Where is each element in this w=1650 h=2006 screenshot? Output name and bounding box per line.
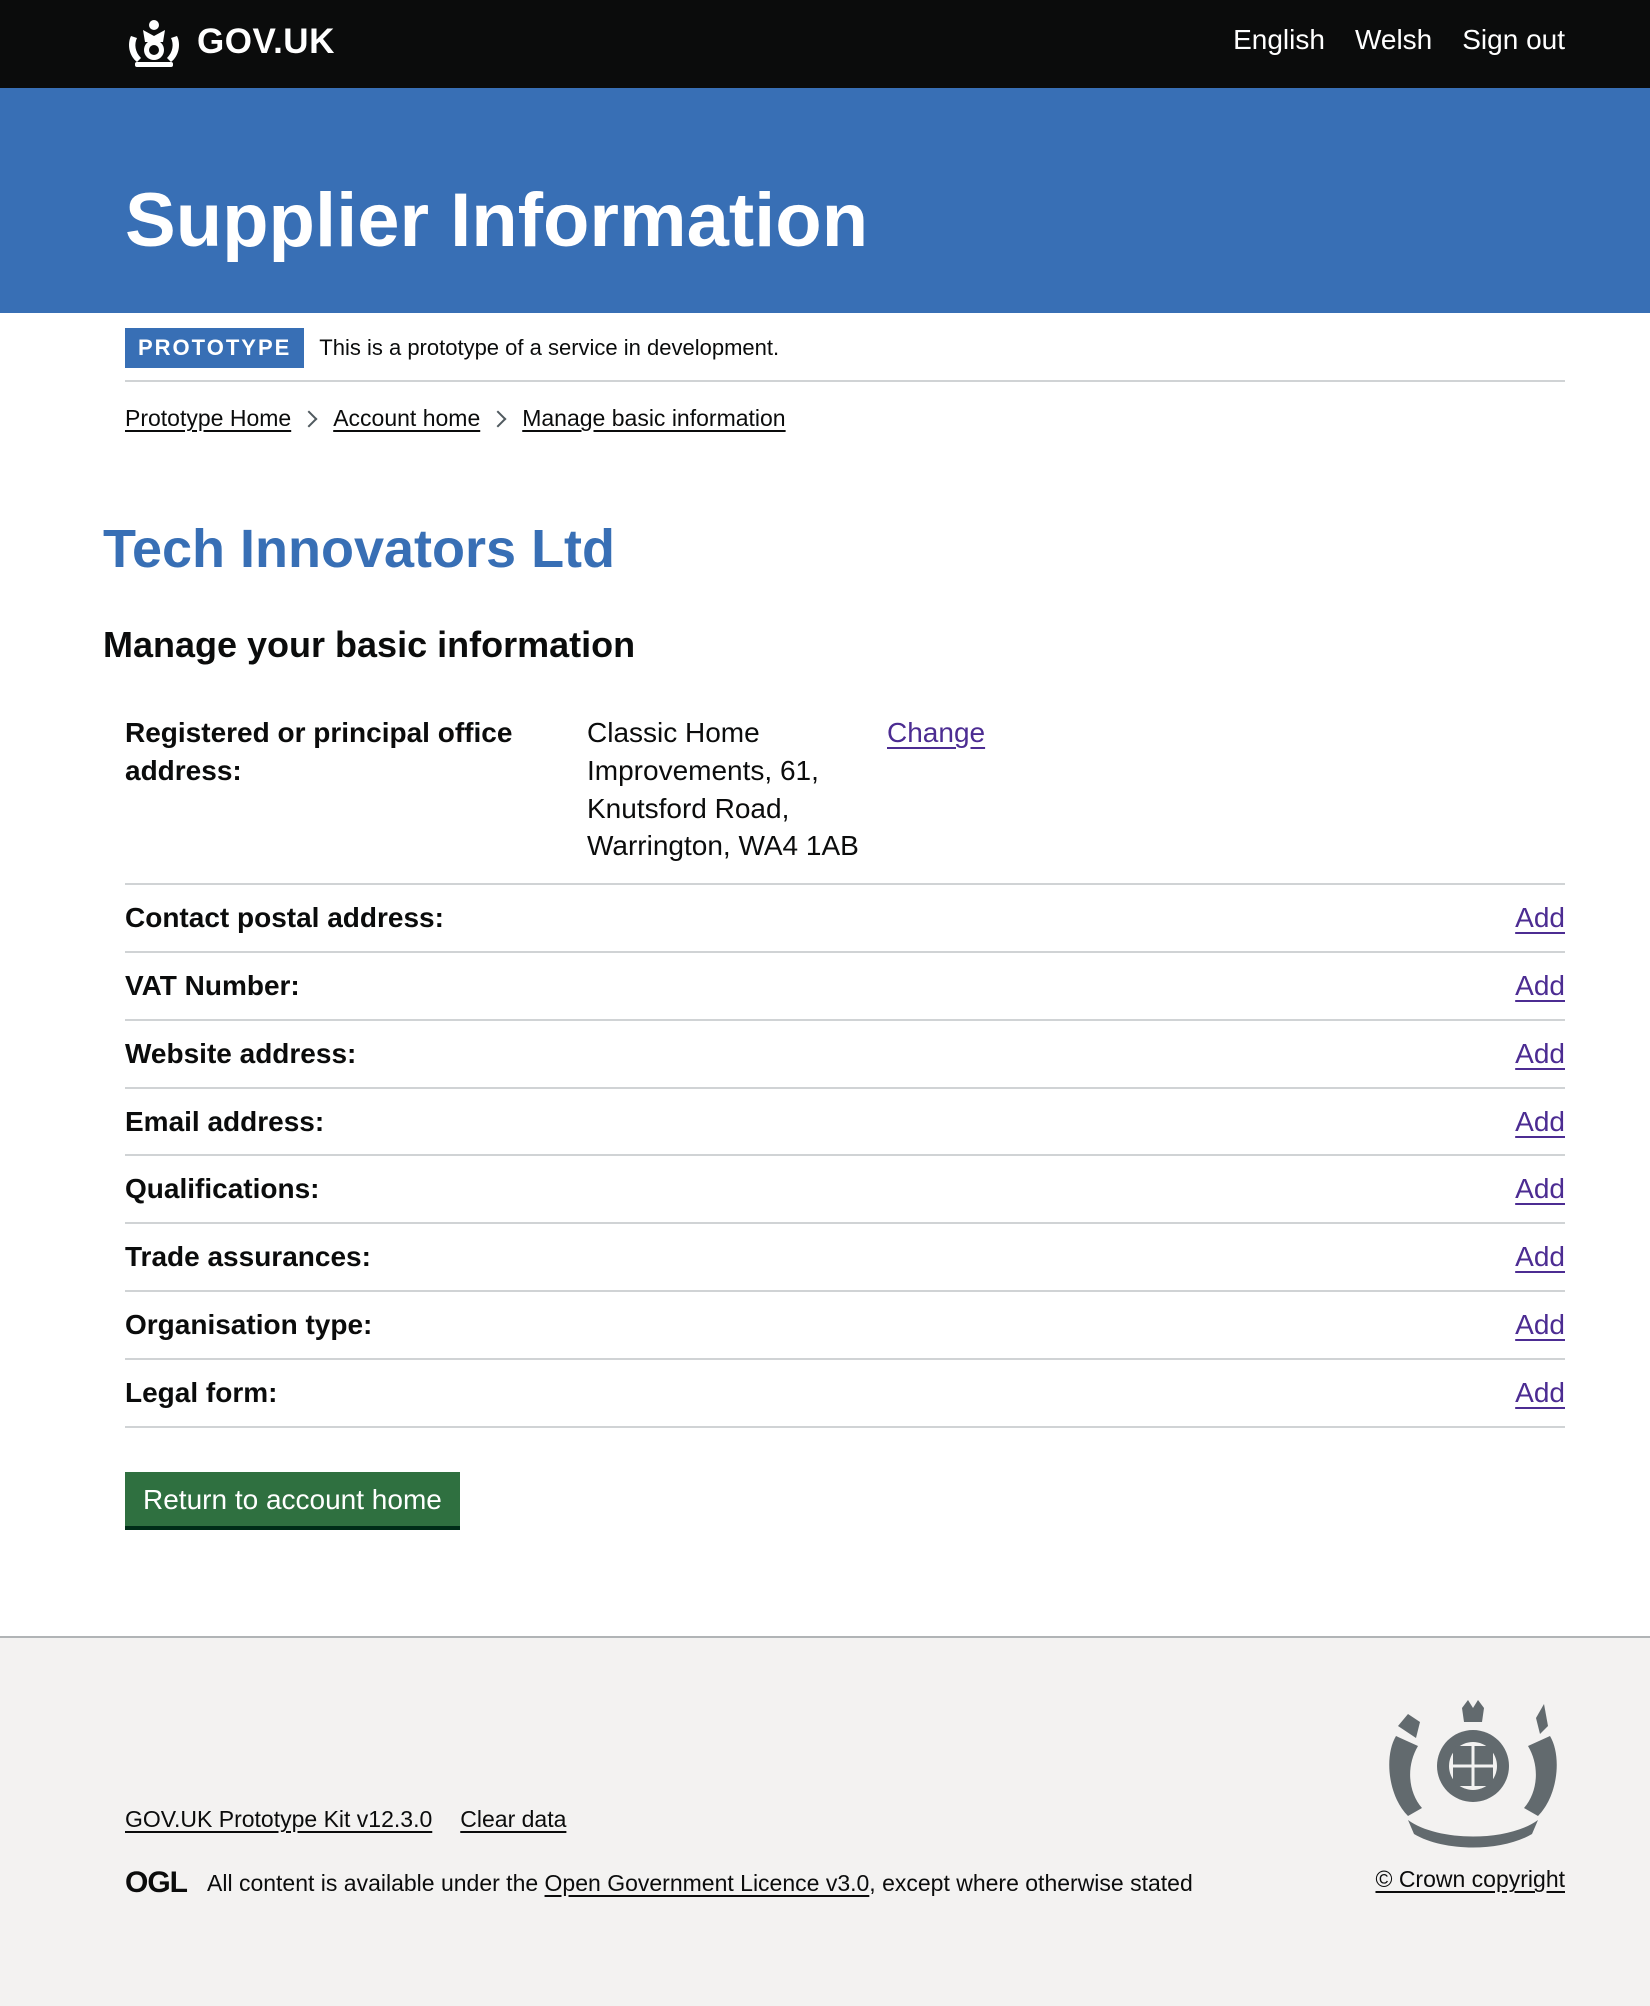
- summary-action: Add: [1515, 1035, 1565, 1073]
- crown-copyright-link[interactable]: © Crown copyright: [1375, 1866, 1565, 1892]
- prototype-kit-link[interactable]: GOV.UK Prototype Kit v12.3.0: [125, 1806, 432, 1833]
- licence-suffix: , except where otherwise stated: [869, 1869, 1193, 1896]
- add-link[interactable]: Add: [1515, 1038, 1565, 1069]
- summary-row-registered-address: Registered or principal office address: …: [125, 700, 1565, 886]
- chevron-right-icon: [489, 410, 507, 427]
- breadcrumb: Prototype Home Account home Manage basic…: [125, 405, 786, 432]
- footer: GOV.UK Prototype Kit v12.3.0 Clear data …: [0, 1636, 1650, 2006]
- summary-action: Add: [1515, 1103, 1565, 1141]
- summary-value: [587, 1035, 1515, 1073]
- return-to-account-home-button[interactable]: Return to account home: [125, 1472, 460, 1526]
- phase-tag: PROTOTYPE: [125, 328, 305, 369]
- summary-key: Legal form:: [125, 1376, 278, 1408]
- phase-text: This is a prototype of a service in deve…: [319, 335, 780, 360]
- add-link[interactable]: Add: [1515, 1173, 1565, 1204]
- nav-sign-out[interactable]: Sign out: [1462, 24, 1565, 56]
- summary-value: [587, 1103, 1515, 1141]
- open-government-licence-link[interactable]: Open Government Licence v3.0: [545, 1870, 870, 1897]
- add-link[interactable]: Add: [1515, 1241, 1565, 1272]
- summary-value: [587, 1306, 1515, 1344]
- add-link[interactable]: Add: [1515, 1377, 1565, 1408]
- summary-action: Add: [1515, 1374, 1565, 1412]
- summary-key: Qualifications:: [125, 1173, 320, 1205]
- nav-english[interactable]: English: [1233, 24, 1325, 56]
- summary-action: Add: [1515, 1306, 1565, 1344]
- licence: OGL All content is available under the O…: [125, 1866, 1193, 1900]
- breadcrumb-account-home[interactable]: Account home: [333, 405, 480, 432]
- organisation-name: Tech Innovators Ltd: [103, 519, 616, 579]
- summary-value: [587, 1374, 1515, 1412]
- add-link[interactable]: Add: [1515, 970, 1565, 1001]
- service-title: Supplier Information: [125, 178, 869, 263]
- add-link[interactable]: Add: [1515, 902, 1565, 933]
- summary-key: Email address:: [125, 1105, 325, 1137]
- summary-action: Add: [1515, 1170, 1565, 1208]
- summary-row-trade-assurances: Trade assurances: Add: [125, 1224, 1565, 1292]
- summary-row-legal-form: Legal form: Add: [125, 1360, 1565, 1428]
- section-title: Manage your basic information: [103, 624, 636, 665]
- clear-data-link[interactable]: Clear data: [460, 1806, 566, 1833]
- summary-list: Registered or principal office address: …: [125, 700, 1565, 1428]
- summary-key: Organisation type:: [125, 1308, 373, 1340]
- summary-row-vat-number: VAT Number: Add: [125, 953, 1565, 1021]
- breadcrumb-manage-basic-information[interactable]: Manage basic information: [522, 405, 785, 432]
- summary-action: Add: [1515, 899, 1565, 937]
- govuk-logo[interactable]: GOV.UK: [125, 16, 335, 68]
- royal-coat-of-arms-icon: [1389, 1700, 1557, 1848]
- top-nav: English Welsh Sign out: [1233, 24, 1565, 56]
- summary-row-organisation-type: Organisation type: Add: [125, 1292, 1565, 1360]
- chevron-right-icon: [300, 410, 318, 427]
- footer-links: GOV.UK Prototype Kit v12.3.0 Clear data: [125, 1806, 566, 1833]
- summary-key: VAT Number:: [125, 969, 300, 1001]
- summary-key: Trade assurances:: [125, 1241, 371, 1273]
- top-bar: GOV.UK English Welsh Sign out: [0, 0, 1650, 88]
- summary-key: Contact postal address:: [125, 902, 444, 934]
- nav-welsh[interactable]: Welsh: [1355, 24, 1432, 56]
- ogl-logo-icon: OGL: [125, 1866, 188, 1899]
- summary-row-email-address: Email address: Add: [125, 1089, 1565, 1157]
- summary-row-contact-postal-address: Contact postal address: Add: [125, 885, 1565, 953]
- summary-action: Change: [887, 714, 985, 865]
- summary-value: [587, 967, 1515, 1005]
- crown-copyright: © Crown copyright: [1375, 1866, 1565, 1893]
- logo-text: GOV.UK: [197, 22, 335, 61]
- service-banner: Supplier Information: [0, 88, 1650, 313]
- change-link[interactable]: Change: [887, 717, 985, 748]
- breadcrumb-prototype-home[interactable]: Prototype Home: [125, 405, 291, 432]
- add-link[interactable]: Add: [1515, 1309, 1565, 1340]
- summary-action: Add: [1515, 1238, 1565, 1276]
- summary-value: [587, 1238, 1515, 1276]
- summary-row-qualifications: Qualifications: Add: [125, 1156, 1565, 1225]
- summary-value: [587, 899, 1515, 937]
- summary-row-website-address: Website address: Add: [125, 1021, 1565, 1089]
- summary-key: Registered or principal office address:: [125, 717, 513, 786]
- licence-prefix: All content is available under the: [207, 1869, 545, 1896]
- summary-key: Website address:: [125, 1037, 357, 1069]
- crown-icon: [129, 20, 179, 67]
- add-link[interactable]: Add: [1515, 1106, 1565, 1137]
- phase-banner: PROTOTYPE This is a prototype of a servi…: [125, 328, 1565, 382]
- summary-value: Classic Home Improvements, 61, Knutsford…: [587, 717, 859, 862]
- summary-value: [587, 1170, 1515, 1208]
- summary-action: Add: [1515, 967, 1565, 1005]
